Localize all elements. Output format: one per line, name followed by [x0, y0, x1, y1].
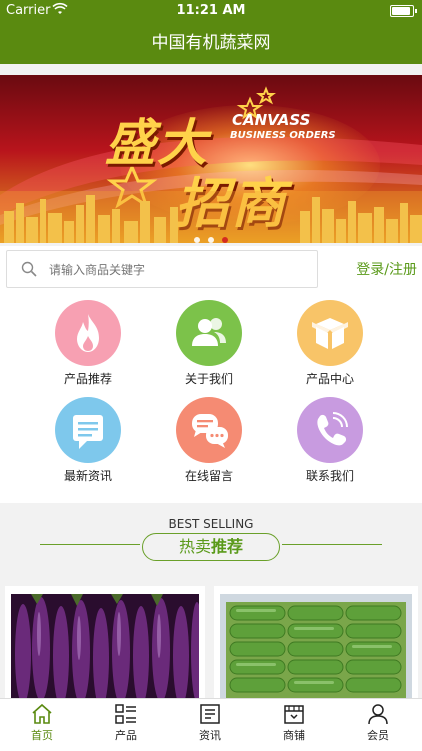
product-list [0, 586, 422, 698]
phone-icon [297, 397, 363, 463]
menu-item-latest-news[interactable]: 最新资讯 [33, 397, 143, 484]
tab-news[interactable]: 资讯 [168, 703, 252, 743]
tab-label: 会员 [367, 729, 389, 742]
menu-item-about-us[interactable]: 关于我们 [154, 300, 264, 387]
section-title-part2: 推荐 [211, 537, 244, 556]
cucumber-image [220, 594, 412, 698]
home-icon [32, 703, 52, 724]
tab-products[interactable]: 产品 [84, 703, 168, 743]
section-title-pill: 热卖推荐 [142, 533, 280, 561]
search-input[interactable] [47, 259, 311, 281]
users-icon [176, 300, 242, 366]
message-icon [55, 397, 121, 463]
tab-home[interactable]: 首页 [0, 703, 84, 743]
app-header: 中国有机蔬菜网 [0, 22, 422, 64]
menu-item-contact-us[interactable]: 联系我们 [275, 397, 385, 484]
chat-icon [176, 397, 242, 463]
shop-icon [284, 705, 304, 724]
tab-label: 首页 [31, 729, 53, 742]
menu-item-label: 产品中心 [305, 372, 354, 386]
search-box[interactable] [6, 250, 318, 288]
login-register-link[interactable]: 登录/注册 [356, 259, 417, 279]
banner-latin-line1: CANVASS [232, 111, 311, 129]
section-english-title: BEST SELLING [168, 517, 254, 531]
best-selling-section: BEST SELLING 热卖推荐 [0, 503, 422, 575]
tab-member[interactable]: 会员 [336, 703, 420, 743]
bottom-tab-bar: 首页 产品 资讯 商铺 会员 [0, 698, 422, 751]
search-icon [21, 261, 37, 281]
grid-list-icon [115, 704, 136, 724]
page-title: 中国有机蔬菜网 [151, 33, 271, 53]
tab-label: 商铺 [283, 729, 305, 742]
tab-label: 产品 [115, 729, 137, 742]
menu-item-product-center[interactable]: 产品中心 [275, 300, 385, 387]
divider-left [40, 544, 140, 545]
battery-icon [390, 5, 417, 17]
tab-shop[interactable]: 商铺 [252, 703, 336, 743]
search-row: 登录/注册 [0, 246, 422, 291]
carousel-dot[interactable] [194, 237, 200, 243]
menu-item-product-recommend[interactable]: 产品推荐 [33, 300, 143, 387]
eggplant-image [11, 594, 199, 698]
menu-item-online-message[interactable]: 在线留言 [154, 397, 264, 484]
banner-latin-line2: BUSINESS ORDERS [230, 130, 336, 141]
menu-item-label: 产品推荐 [63, 372, 112, 386]
menu-item-label: 在线留言 [184, 469, 233, 483]
promo-banner[interactable]: 盛大 招商 CANVASS BUSINESS ORDERS [0, 75, 422, 243]
tab-label: 资讯 [199, 729, 221, 742]
menu-item-label: 关于我们 [184, 372, 233, 386]
person-icon [368, 704, 388, 725]
menu-grid: 产品推荐 关于我们 产品中心 最新资讯 在线留言 联系我们 [0, 291, 422, 503]
menu-item-label: 联系我们 [305, 469, 354, 483]
status-bar: Carrier 11:21 AM [0, 0, 422, 22]
divider-right [282, 544, 382, 545]
section-title-part1: 热卖 [178, 537, 211, 556]
menu-item-label: 最新资讯 [63, 469, 112, 483]
product-card[interactable] [214, 586, 418, 698]
carousel-dots[interactable] [0, 228, 422, 247]
box-icon [297, 300, 363, 366]
carousel-dot[interactable] [208, 237, 214, 243]
clock: 11:21 AM [176, 3, 246, 18]
carousel-dot-active[interactable] [222, 237, 228, 243]
news-icon [200, 704, 220, 724]
product-card[interactable] [5, 586, 205, 698]
flame-icon [55, 300, 121, 366]
